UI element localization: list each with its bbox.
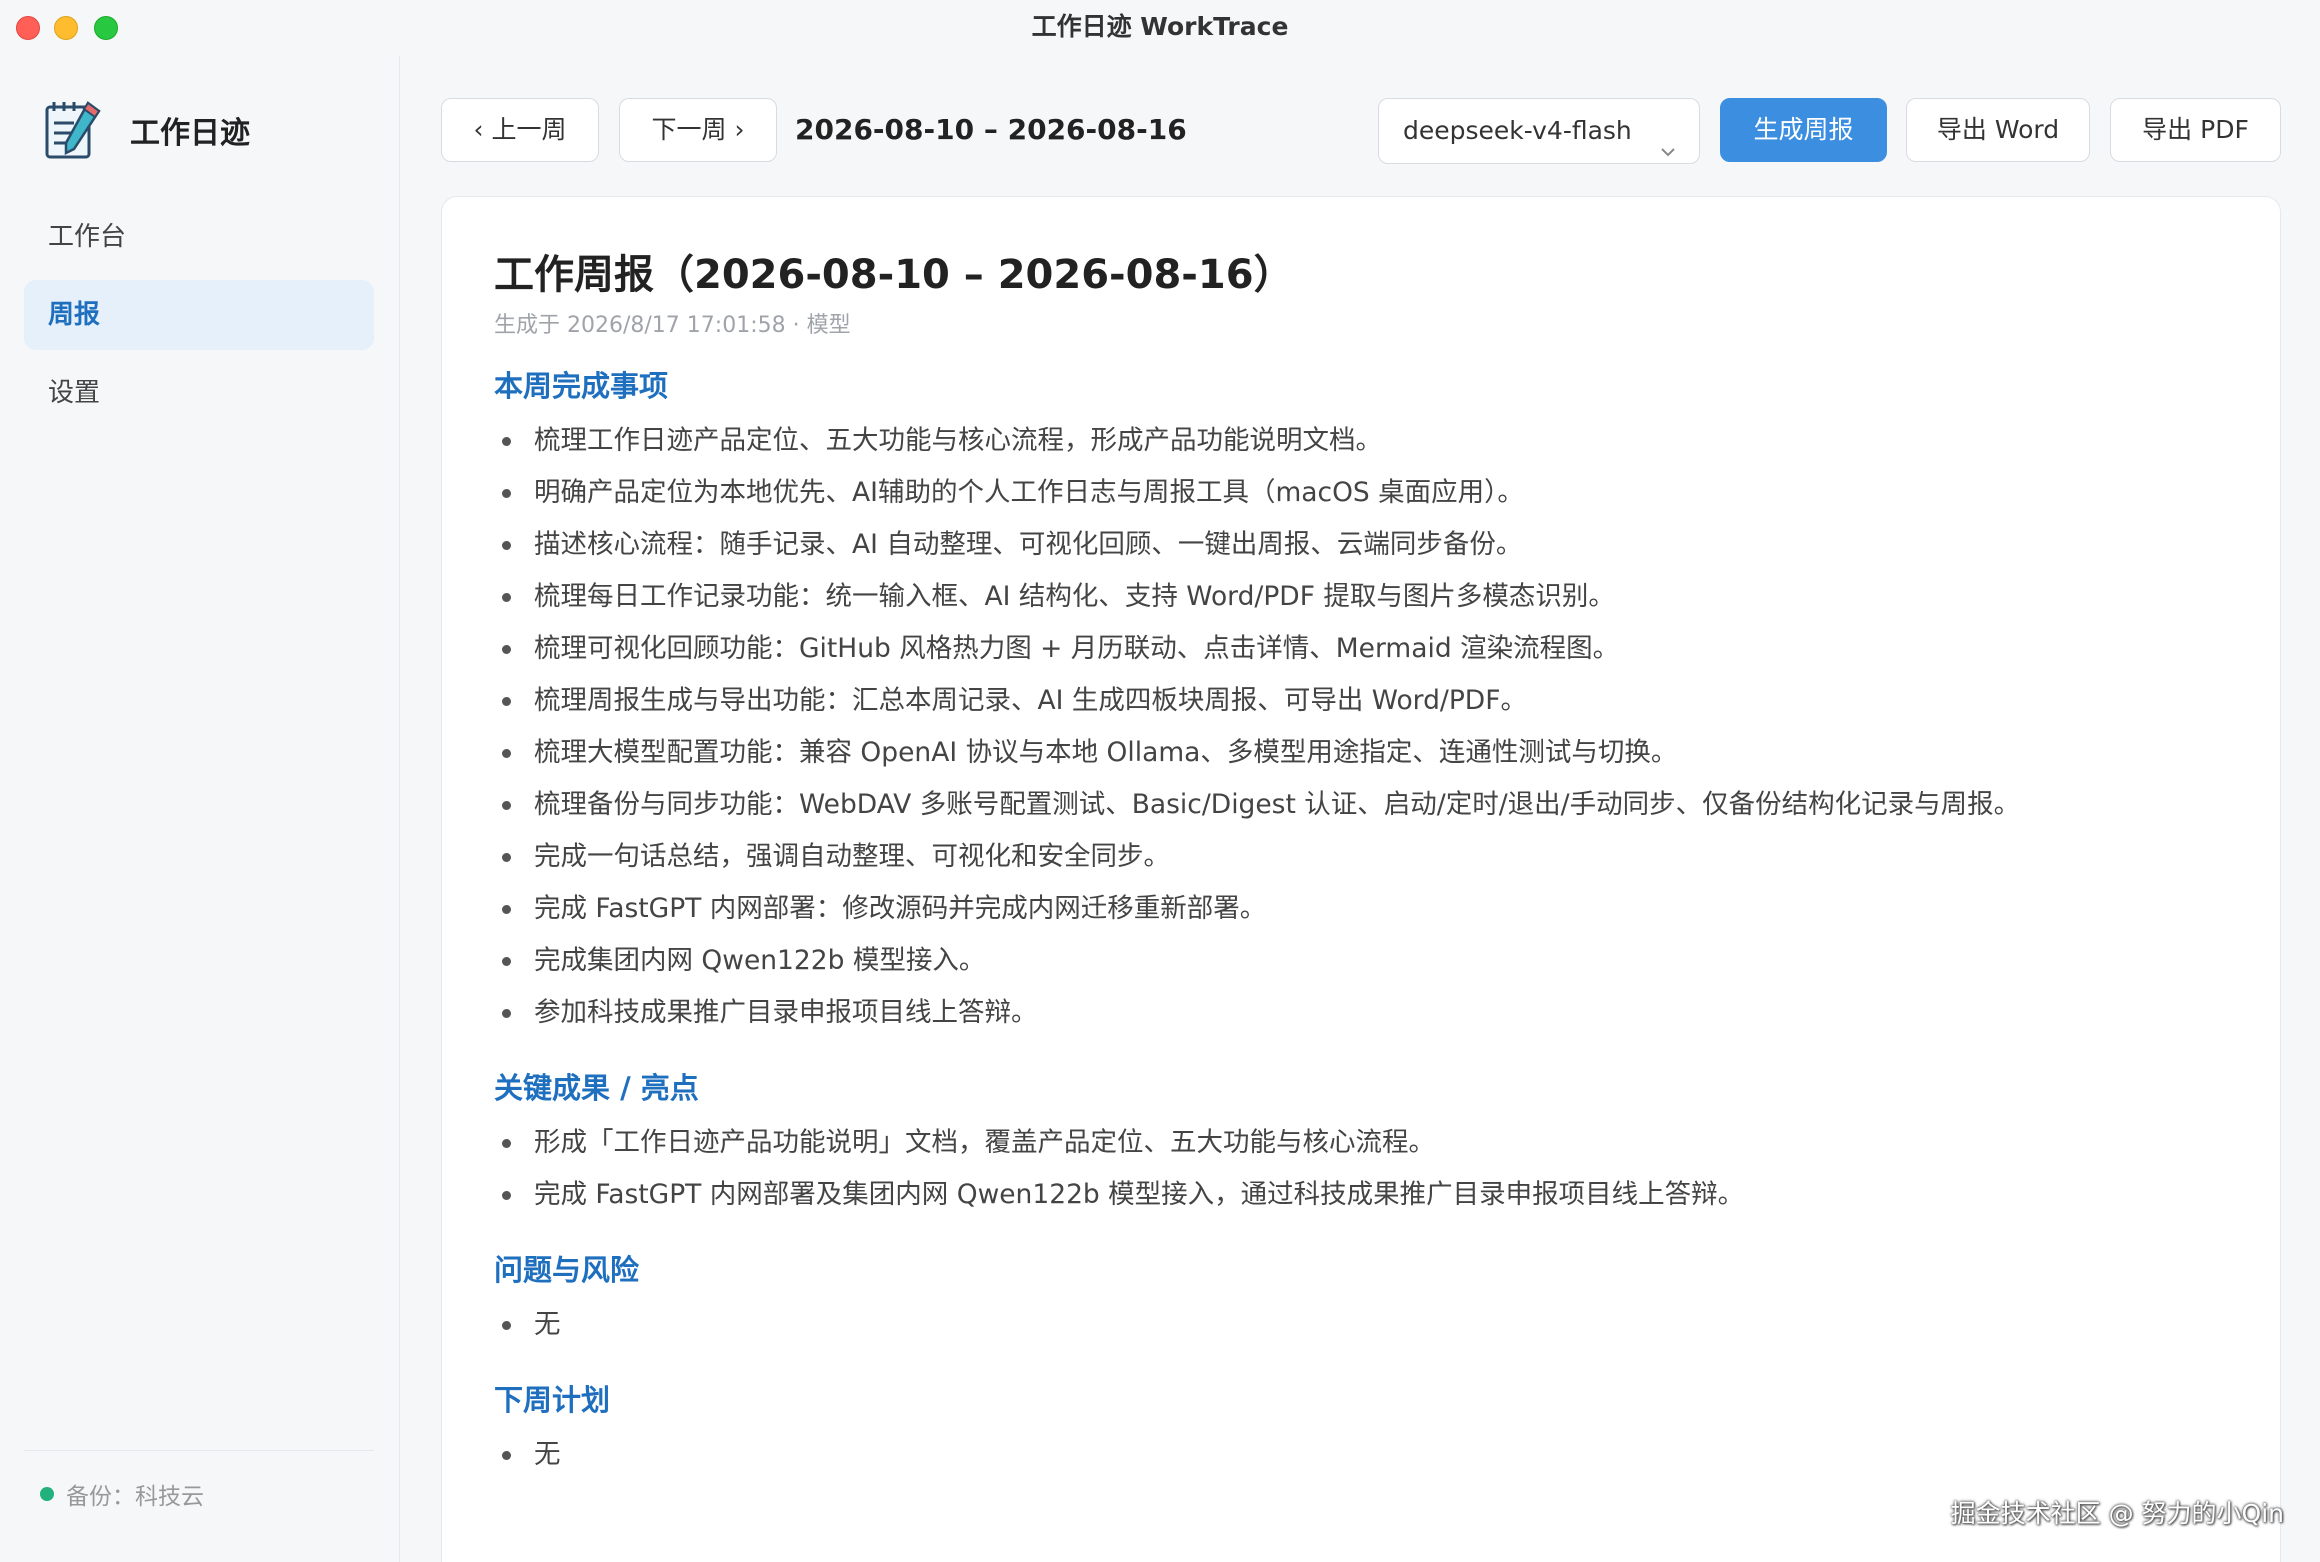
week-range: 2026-08-10 – 2026-08-16: [795, 113, 1187, 146]
sidebar-item-workbench[interactable]: 工作台: [24, 202, 374, 272]
list-item: 梳理备份与同步功能：WebDAV 多账号配置测试、Basic/Digest 认证…: [494, 779, 2228, 831]
list-item: 参加科技成果推广目录申报项目线上答辩。: [494, 987, 2228, 1039]
app-window: 工作日迹 WorkTrace 工作日迹 工作台 周报 设置 备份：科技云 ‹ 上…: [0, 0, 2320, 1562]
list-item: 完成 FastGPT 内网部署：修改源码并完成内网迁移重新部署。: [494, 883, 2228, 935]
brand-name: 工作日迹: [130, 116, 250, 151]
list-item: 无: [494, 1299, 2228, 1351]
main-content: ‹ 上一周 下一周 › 2026-08-10 – 2026-08-16 deep…: [401, 56, 2320, 1562]
toolbar: ‹ 上一周 下一周 › 2026-08-10 – 2026-08-16 deep…: [441, 98, 2281, 164]
list-item: 明确产品定位为本地优先、AI辅助的个人工作日志与周报工具（macOS 桌面应用）…: [494, 467, 2228, 519]
sidebar-nav: 工作台 周报 设置: [24, 202, 374, 436]
next-week-list: 无: [494, 1429, 2228, 1481]
backup-status-text: 备份：科技云: [66, 1484, 204, 1510]
close-window-button[interactable]: [16, 16, 40, 40]
report-meta: 生成于 2026/8/17 17:01:58 · 模型: [494, 313, 851, 338]
list-item: 梳理周报生成与导出功能：汇总本周记录、AI 生成四板块周报、可导出 Word/P…: [494, 675, 2228, 727]
list-item: 无: [494, 1429, 2228, 1481]
sidebar: 工作日迹 工作台 周报 设置 备份：科技云: [0, 56, 400, 1562]
risks-list: 无: [494, 1299, 2228, 1351]
highlights-list: 形成「工作日迹产品功能说明」文档，覆盖产品定位、五大功能与核心流程。 完成 Fa…: [494, 1117, 2228, 1221]
sidebar-item-weekly-report[interactable]: 周报: [24, 280, 374, 350]
list-item: 梳理可视化回顾功能：GitHub 风格热力图 + 月历联动、点击详情、Merma…: [494, 623, 2228, 675]
next-week-button[interactable]: 下一周 ›: [619, 98, 777, 162]
section-title-completed: 本周完成事项: [494, 369, 669, 403]
section-title-risks: 问题与风险: [494, 1253, 640, 1287]
watermark: 掘金技术社区 @ 努力的小Qin: [1950, 1499, 2284, 1528]
export-word-button[interactable]: 导出 Word: [1906, 98, 2090, 162]
export-pdf-button[interactable]: 导出 PDF: [2110, 98, 2281, 162]
title-bar: 工作日迹 WorkTrace: [0, 0, 2320, 56]
backup-status: 备份：科技云: [24, 1450, 374, 1511]
sidebar-item-settings[interactable]: 设置: [24, 358, 374, 428]
list-item: 完成集团内网 Qwen122b 模型接入。: [494, 935, 2228, 987]
minimize-window-button[interactable]: [54, 16, 78, 40]
zoom-window-button[interactable]: [94, 16, 118, 40]
list-item: 完成一句话总结，强调自动整理、可视化和安全同步。: [494, 831, 2228, 883]
report-title: 工作周报（2026-08-10 – 2026-08-16）: [494, 252, 1294, 298]
completed-list: 梳理工作日迹产品定位、五大功能与核心流程，形成产品功能说明文档。 明确产品定位为…: [494, 415, 2228, 1039]
report-card: 工作周报（2026-08-10 – 2026-08-16） 生成于 2026/8…: [441, 196, 2281, 1562]
model-select[interactable]: deepseek-v4-flash: [1378, 98, 1700, 164]
list-item: 描述核心流程：随手记录、AI 自动整理、可视化回顾、一键出周报、云端同步备份。: [494, 519, 2228, 571]
status-dot-icon: [40, 1487, 54, 1501]
notepad-pencil-icon: [44, 99, 102, 161]
section-title-next-week: 下周计划: [494, 1383, 611, 1417]
list-item: 完成 FastGPT 内网部署及集团内网 Qwen122b 模型接入，通过科技成…: [494, 1169, 2228, 1221]
generate-report-button[interactable]: 生成周报: [1720, 98, 1887, 162]
model-select-value: deepseek-v4-flash: [1403, 116, 1632, 145]
section-title-highlights: 关键成果 / 亮点: [494, 1071, 699, 1105]
list-item: 梳理大模型配置功能：兼容 OpenAI 协议与本地 Ollama、多模型用途指定…: [494, 727, 2228, 779]
brand: 工作日迹: [44, 98, 250, 162]
prev-week-button[interactable]: ‹ 上一周: [441, 98, 599, 162]
list-item: 梳理工作日迹产品定位、五大功能与核心流程，形成产品功能说明文档。: [494, 415, 2228, 467]
chevron-down-icon: [1659, 121, 1677, 157]
list-item: 形成「工作日迹产品功能说明」文档，覆盖产品定位、五大功能与核心流程。: [494, 1117, 2228, 1169]
window-title: 工作日迹 WorkTrace: [1031, 12, 1289, 41]
list-item: 梳理每日工作记录功能：统一输入框、AI 结构化、支持 Word/PDF 提取与图…: [494, 571, 2228, 623]
